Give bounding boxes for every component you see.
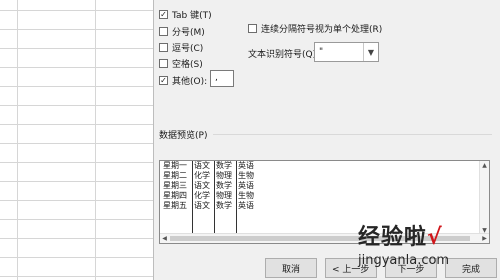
grid-line: [0, 238, 153, 239]
preview-cell: 生物: [238, 171, 254, 180]
preview-cell: 物理: [216, 171, 232, 180]
chevron-down-icon[interactable]: ▼: [363, 43, 378, 61]
cancel-button[interactable]: 取消: [265, 258, 317, 278]
grid-line: [0, 276, 153, 277]
text-qualifier-value: ": [319, 47, 324, 57]
watermark-url: jingyanla.com: [358, 253, 450, 268]
semicolon-label: 分号(M): [172, 28, 205, 38]
preview-cell: 物理: [216, 191, 232, 200]
grid-line: [0, 29, 153, 30]
other-checkbox[interactable]: ✓: [159, 76, 168, 85]
preview-cell: 语文: [194, 161, 210, 170]
grid-line: [0, 200, 153, 201]
consecutive-delimiter-option[interactable]: 连续分隔符号视为单个处理(R): [248, 22, 382, 35]
site-watermark: 经验啦√ jingyanla.com: [358, 219, 478, 277]
grid-line: [0, 105, 153, 106]
consecutive-checkbox[interactable]: [248, 24, 257, 33]
tab-option[interactable]: ✓ Tab 键(T): [159, 8, 212, 21]
other-option[interactable]: ✓ 其他(O):: [159, 74, 207, 87]
preview-cell: 语文: [194, 201, 210, 210]
scroll-right-icon[interactable]: ▶: [480, 234, 489, 243]
preview-cell: 数学: [216, 181, 232, 190]
preview-column: 语文 化学 语文 化学 语文: [193, 161, 215, 233]
grid-line: [0, 162, 153, 163]
vertical-scrollbar[interactable]: ▲ ▼: [479, 161, 489, 235]
preview-column: 数学 物理 数学 物理 数学: [215, 161, 237, 233]
scroll-up-icon[interactable]: ▲: [480, 161, 489, 170]
spreadsheet-background: [0, 0, 153, 280]
preview-column: 英语 生物 英语 生物 英语: [237, 161, 267, 233]
comma-label: 逗号(C): [172, 44, 204, 54]
text-qualifier-label: 文本识别符号(Q):: [248, 50, 320, 60]
other-label: 其他(O):: [172, 77, 208, 87]
preview-cell: 星期四: [163, 191, 187, 200]
preview-cell: 语文: [194, 181, 210, 190]
space-label: 空格(S): [172, 60, 203, 70]
grid-line: [0, 67, 153, 68]
preview-cell: 化学: [194, 171, 210, 180]
preview-cell: 数学: [216, 161, 232, 170]
preview-cell: 星期一: [163, 161, 187, 170]
preview-cell: 星期三: [163, 181, 187, 190]
dialog-border: [153, 0, 154, 280]
grid-line: [0, 143, 153, 144]
preview-cell: 星期五: [163, 201, 187, 210]
grid-line: [0, 48, 153, 49]
tab-label: Tab 键(T): [172, 11, 212, 21]
text-qualifier-select[interactable]: " ▼: [314, 42, 379, 62]
space-option[interactable]: 空格(S): [159, 57, 203, 70]
tab-checkbox[interactable]: ✓: [159, 10, 168, 19]
grid-line: [0, 124, 153, 125]
comma-checkbox[interactable]: [159, 43, 168, 52]
other-delimiter-input[interactable]: ,: [210, 70, 234, 87]
semicolon-checkbox[interactable]: [159, 27, 168, 36]
watermark-text: 经验啦√: [358, 225, 443, 250]
grid-line: [0, 181, 153, 182]
grid-line: [0, 86, 153, 87]
check-icon: √: [427, 225, 443, 250]
data-preview-title: 数据预览(P): [159, 131, 208, 141]
preview-cell: 英语: [238, 201, 254, 210]
semicolon-option[interactable]: 分号(M): [159, 25, 205, 38]
grid-line: [0, 219, 153, 220]
preview-cell: 生物: [238, 191, 254, 200]
grid-line: [0, 10, 153, 11]
grid-line: [0, 257, 153, 258]
comma-option[interactable]: 逗号(C): [159, 41, 203, 54]
preview-column: 星期一 星期二 星期三 星期四 星期五: [162, 161, 193, 233]
preview-cell: 化学: [194, 191, 210, 200]
scroll-left-icon[interactable]: ◀: [160, 234, 169, 243]
consecutive-label: 连续分隔符号视为单个处理(R): [261, 25, 383, 35]
preview-cell: 英语: [238, 181, 254, 190]
space-checkbox[interactable]: [159, 59, 168, 68]
divider: [213, 134, 492, 135]
preview-cell: 英语: [238, 161, 254, 170]
preview-cell: 星期二: [163, 171, 187, 180]
preview-cell: 数学: [216, 201, 232, 210]
